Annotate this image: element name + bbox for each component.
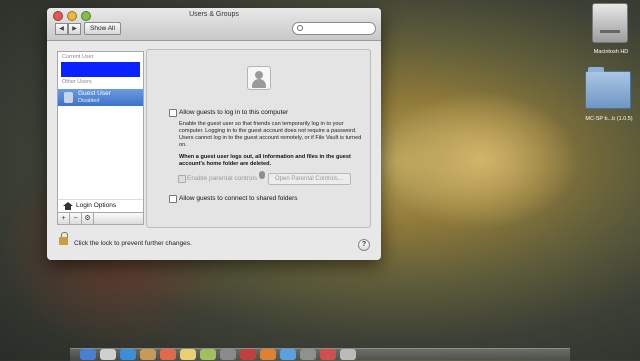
hard-drive-icon[interactable] [592, 3, 628, 43]
dock-items [80, 349, 356, 360]
add-user-button[interactable]: + [58, 213, 70, 224]
login-options-label: Login Options [76, 202, 117, 209]
itunes-icon[interactable] [240, 349, 256, 360]
lock-icon[interactable] [59, 237, 68, 245]
trash-icon[interactable] [340, 349, 356, 360]
guest-user-name: Guest User [78, 90, 111, 97]
parental-controls-label: Enable parental controls [187, 175, 258, 182]
safari-icon[interactable] [120, 349, 136, 360]
login-options-item[interactable]: Login Options [58, 199, 143, 212]
nav-buttons: ◀ ▶ [55, 23, 81, 35]
redacted-current-user[interactable] [61, 62, 140, 77]
app-icon[interactable] [280, 349, 296, 360]
finder-icon[interactable] [80, 349, 96, 360]
guest-description: Enable the guest user so that friends ca… [179, 121, 362, 148]
guest-warning: When a guest user logs out, all informat… [179, 154, 351, 167]
hard-drive-label: Macintosh HD [593, 49, 629, 55]
messages-icon[interactable] [200, 349, 216, 360]
sidebar-toolbar: + − ⚙ [58, 212, 143, 224]
shared-folders-checkbox[interactable] [169, 195, 177, 203]
lock-text: Click the lock to prevent further change… [74, 240, 192, 247]
app-icon-3[interactable] [320, 349, 336, 360]
preferences-gear-icon[interactable] [220, 349, 236, 360]
guest-large-avatar-icon [247, 66, 271, 90]
open-parental-controls-button[interactable]: Open Parental Controls… [268, 173, 351, 185]
current-user-header: Current User [62, 54, 94, 60]
search-icon [297, 25, 303, 31]
help-button[interactable]: ? [358, 239, 370, 251]
mouse-cursor [259, 171, 265, 179]
app-icon-2[interactable] [300, 349, 316, 360]
allow-guests-label: Allow guests to log in to this computer [179, 109, 289, 116]
folder-icon[interactable] [585, 67, 631, 109]
guest-avatar-icon [64, 92, 73, 103]
notes-icon[interactable] [180, 349, 196, 360]
allow-guests-checkbox[interactable] [169, 109, 177, 117]
action-gear-icon[interactable]: ⚙ [82, 213, 94, 224]
forward-button[interactable]: ▶ [68, 23, 81, 35]
users-groups-window: Users & Groups ◀ ▶ Show All Current User… [47, 8, 381, 260]
users-sidebar: Current User Other Users Guest User Disa… [57, 51, 144, 225]
guest-user-status: Disabled [78, 98, 100, 104]
parental-controls-checkbox[interactable] [178, 175, 186, 183]
guest-settings-pane: Allow guests to log in to this computer … [146, 49, 371, 228]
title-bar[interactable]: Users & Groups ◀ ▶ Show All [47, 8, 381, 41]
search-input[interactable] [292, 22, 376, 35]
launchpad-icon[interactable] [100, 349, 116, 360]
shared-folders-label: Allow guests to connect to shared folder… [179, 195, 298, 202]
guest-user-item[interactable]: Guest User Disabled [58, 89, 143, 106]
desktop-glow [380, 90, 580, 230]
folder-label: MC-SP b...b (1.0.5) [585, 116, 633, 122]
remove-user-button[interactable]: − [70, 213, 82, 224]
back-button[interactable]: ◀ [55, 23, 68, 35]
other-users-header: Other Users [62, 79, 92, 85]
calendar-icon[interactable] [160, 349, 176, 360]
mail-icon[interactable] [140, 349, 156, 360]
window-title: Users & Groups [189, 11, 239, 18]
app-store-icon[interactable] [260, 349, 276, 360]
show-all-button[interactable]: Show All [84, 22, 121, 35]
